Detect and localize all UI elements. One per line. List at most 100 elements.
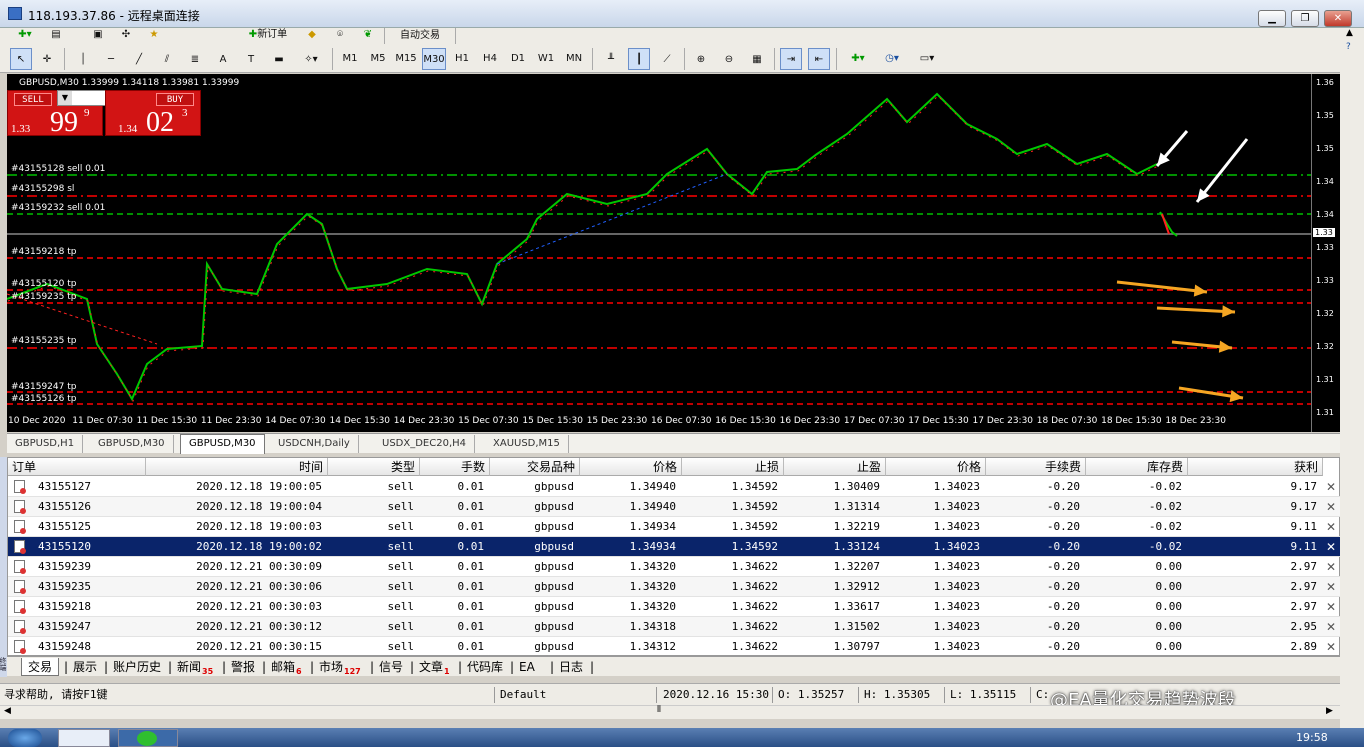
close-order-icon[interactable]: ✕ <box>1325 477 1337 497</box>
order-line-label[interactable]: #43159247 tp <box>11 382 76 392</box>
tile-windows-icon[interactable]: ▦ <box>746 48 768 70</box>
column-header[interactable]: 止盈 <box>784 458 886 476</box>
chart-tab[interactable]: GBPUSD,M30 <box>180 434 265 454</box>
timeframe-m30-button[interactable]: M30 <box>422 48 446 70</box>
column-header[interactable]: 手续费 <box>986 458 1086 476</box>
close-button[interactable]: ✕ <box>1324 10 1352 27</box>
scroll-thumb[interactable]: ⦀ <box>650 705 668 718</box>
crosshair-icon[interactable]: ✛ <box>36 48 58 70</box>
table-row[interactable]: 43159235 2020.12.21 00:30:06 sell 0.01 gbpus… <box>8 577 1341 597</box>
minimize-button[interactable]: ▁ <box>1258 10 1286 27</box>
maximize-button[interactable]: ❐ <box>1291 10 1319 27</box>
profiles-icon[interactable]: ▤ <box>46 28 66 44</box>
order-line-label[interactable]: #43155126 tp <box>11 394 76 404</box>
order-line-label[interactable]: #43155120 tp <box>11 279 76 289</box>
terminal-tab[interactable]: 市场127 <box>319 658 361 676</box>
horizontal-scrollbar[interactable]: ◀ ⦀ ▶ <box>0 705 1364 719</box>
column-header[interactable]: 获利 <box>1188 458 1323 476</box>
channel-icon[interactable]: ⫽ <box>156 48 178 70</box>
price-chart[interactable]: GBPUSD,M30 1.33999 1.34118 1.33981 1.339… <box>7 74 1340 432</box>
terminal-tab[interactable]: 展示 <box>73 658 97 676</box>
vertical-scrollbar[interactable]: ▲ ? <box>1340 28 1364 728</box>
lot-decrease-icon[interactable]: ▼ <box>58 91 72 105</box>
fibonacci-icon[interactable]: ≣ <box>184 48 206 70</box>
timeframe-m5-button[interactable]: M5 <box>366 48 390 70</box>
column-header[interactable]: 时间 <box>146 458 328 476</box>
terminal-tab[interactable]: 日志 <box>559 658 583 676</box>
taskbar-app-terminal[interactable] <box>58 729 110 747</box>
scroll-up-icon[interactable]: ▲ <box>1346 28 1353 38</box>
line-chart-icon[interactable]: ⟋ <box>656 48 678 70</box>
start-button[interactable] <box>8 729 42 747</box>
terminal-tab[interactable]: 信号 <box>379 658 403 676</box>
terminal-tab[interactable]: 交易 <box>21 658 60 676</box>
terminal-tab[interactable]: 代码库 <box>467 658 503 676</box>
table-row[interactable]: 43155126 2020.12.18 19:00:04 sell 0.01 gbpus… <box>8 497 1341 517</box>
table-row[interactable]: 43159239 2020.12.21 00:30:09 sell 0.01 gbpus… <box>8 557 1341 577</box>
terminal-tab[interactable]: 警报 <box>231 658 255 676</box>
rectangle-icon[interactable]: ▬ <box>268 48 290 70</box>
new-order-button[interactable]: ✚新订单 <box>234 28 302 44</box>
horizontal-line-icon[interactable]: ─ <box>100 48 122 70</box>
close-order-icon[interactable]: ✕ <box>1325 557 1337 577</box>
auto-trading-button[interactable]: 自动交易 <box>384 28 456 44</box>
chart-tab[interactable]: GBPUSD,H1 <box>7 435 84 453</box>
table-row[interactable]: 43159248 2020.12.21 00:30:15 sell 0.01 gbpus… <box>8 637 1341 657</box>
favorites-icon[interactable]: ★ <box>144 28 164 44</box>
order-line-label[interactable]: #43159218 tp <box>11 247 76 257</box>
new-chart-icon[interactable]: ✚▾ <box>10 28 40 44</box>
shapes-dropdown-icon[interactable]: ✧▾ <box>296 48 326 70</box>
chart-tab[interactable]: USDX_DEC20,H4 <box>374 435 476 453</box>
close-order-icon[interactable]: ✕ <box>1325 577 1337 597</box>
signals-icon[interactable]: ⌾ <box>330 28 350 44</box>
table-row[interactable]: 43159218 2020.12.21 00:30:03 sell 0.01 gbpus… <box>8 597 1341 617</box>
zoom-out-icon[interactable]: ⊖ <box>718 48 740 70</box>
order-line-label[interactable]: #43155298 sl <box>11 184 74 194</box>
taskbar-app-wechat[interactable] <box>118 729 178 747</box>
chart-tab[interactable]: GBPUSD,M30 <box>90 435 174 453</box>
terminal-tab[interactable]: 文章1 <box>419 658 450 676</box>
periods-icon[interactable]: ◷▾ <box>878 48 906 70</box>
timeframe-mn-button[interactable]: MN <box>562 48 586 70</box>
table-row[interactable]: 43155125 2020.12.18 19:00:03 sell 0.01 gbpus… <box>8 517 1341 537</box>
scroll-right-icon[interactable]: ▶ <box>1326 706 1333 716</box>
candlestick-icon[interactable]: ┃ <box>628 48 650 70</box>
chart-shift-icon[interactable]: ⇤ <box>808 48 830 70</box>
column-header[interactable]: 价格 <box>886 458 986 476</box>
column-header[interactable]: 手数 <box>420 458 490 476</box>
column-header[interactable]: 订单 <box>8 458 146 476</box>
close-order-icon[interactable]: ✕ <box>1325 517 1337 537</box>
cursor-icon[interactable]: ↖ <box>10 48 32 70</box>
terminal-tab[interactable]: 新闻35 <box>177 658 213 676</box>
table-row[interactable]: 43155120 2020.12.18 19:00:02 sell 0.01 gbpus… <box>8 537 1341 557</box>
zoom-in-icon[interactable]: ⊕ <box>690 48 712 70</box>
close-order-icon[interactable]: ✕ <box>1325 597 1337 617</box>
column-header[interactable]: 交易品种 <box>490 458 580 476</box>
indicators-icon[interactable]: ✚▾ <box>844 48 872 70</box>
market-watch-icon[interactable]: ▣ <box>88 28 108 44</box>
timeframe-h4-button[interactable]: H4 <box>478 48 502 70</box>
timeframe-w1-button[interactable]: W1 <box>534 48 558 70</box>
column-header[interactable]: 库存费 <box>1086 458 1188 476</box>
buy-button[interactable]: BUY 1.34 02 3 <box>105 90 201 138</box>
vertical-line-icon[interactable]: │ <box>72 48 94 70</box>
terminal-side-tab[interactable]: 终端 <box>0 457 7 677</box>
order-line-label[interactable]: #43155235 tp <box>11 336 76 346</box>
help-icon[interactable]: ? <box>1346 42 1351 52</box>
templates-icon[interactable]: ▭▾ <box>912 48 942 70</box>
table-row[interactable]: 43155127 2020.12.18 19:00:05 sell 0.01 gbpus… <box>8 477 1341 497</box>
scroll-left-icon[interactable]: ◀ <box>4 706 11 716</box>
close-order-icon[interactable]: ✕ <box>1325 637 1337 657</box>
trendline-icon[interactable]: ╱ <box>128 48 150 70</box>
close-order-icon[interactable]: ✕ <box>1325 537 1337 557</box>
column-header[interactable]: 类型 <box>328 458 420 476</box>
metaeditor-icon[interactable]: ◆ <box>302 28 322 44</box>
autoscroll-icon[interactable]: ⇥ <box>780 48 802 70</box>
terminal-tab[interactable]: 账户历史 <box>113 658 161 676</box>
column-header[interactable]: 止损 <box>682 458 784 476</box>
order-line-label[interactable]: #43159235 tp <box>11 292 76 302</box>
terminal-tab[interactable]: 邮箱6 <box>271 658 302 676</box>
chart-tab[interactable]: USDCNH,Daily <box>270 435 359 453</box>
bar-chart-icon[interactable]: ╨ <box>600 48 622 70</box>
column-header[interactable]: 价格 <box>580 458 682 476</box>
